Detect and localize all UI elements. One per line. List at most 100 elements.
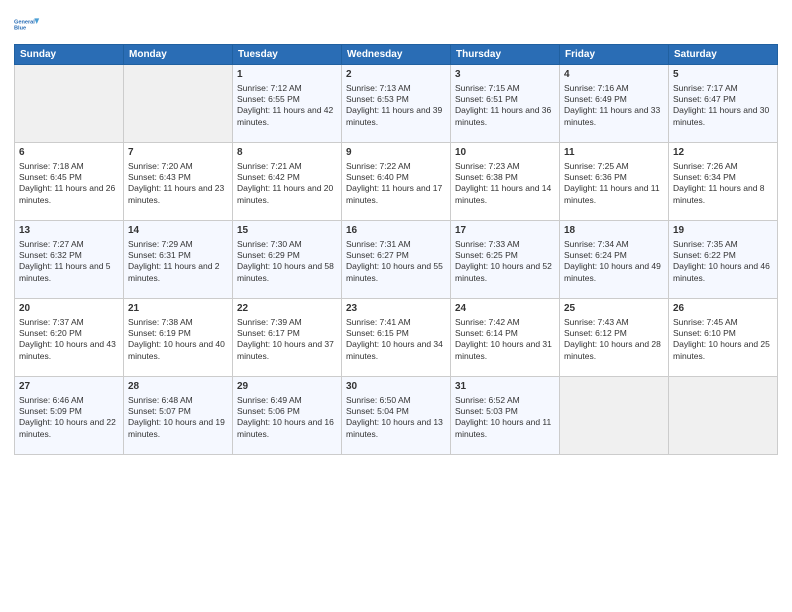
day-info: Sunrise: 7:20 AMSunset: 6:43 PMDaylight:… (128, 161, 228, 207)
day-cell: 24Sunrise: 7:42 AMSunset: 6:14 PMDayligh… (451, 299, 560, 377)
day-cell: 8Sunrise: 7:21 AMSunset: 6:42 PMDaylight… (233, 143, 342, 221)
week-row-4: 20Sunrise: 7:37 AMSunset: 6:20 PMDayligh… (15, 299, 778, 377)
day-number: 10 (455, 146, 555, 160)
day-cell (15, 65, 124, 143)
day-info: Sunrise: 7:13 AMSunset: 6:53 PMDaylight:… (346, 83, 446, 129)
day-info: Sunrise: 7:16 AMSunset: 6:49 PMDaylight:… (564, 83, 664, 129)
day-info: Sunrise: 7:25 AMSunset: 6:36 PMDaylight:… (564, 161, 664, 207)
day-number: 29 (237, 380, 337, 394)
day-cell: 25Sunrise: 7:43 AMSunset: 6:12 PMDayligh… (560, 299, 669, 377)
day-cell: 30Sunrise: 6:50 AMSunset: 5:04 PMDayligh… (342, 377, 451, 455)
header: GeneralBlue (14, 10, 778, 38)
col-header-friday: Friday (560, 45, 669, 65)
day-number: 26 (673, 302, 773, 316)
day-cell: 1Sunrise: 7:12 AMSunset: 6:55 PMDaylight… (233, 65, 342, 143)
day-cell (669, 377, 778, 455)
logo: GeneralBlue (14, 10, 42, 38)
day-cell: 3Sunrise: 7:15 AMSunset: 6:51 PMDaylight… (451, 65, 560, 143)
day-info: Sunrise: 7:35 AMSunset: 6:22 PMDaylight:… (673, 239, 773, 285)
col-header-tuesday: Tuesday (233, 45, 342, 65)
page: GeneralBlue SundayMondayTuesdayWednesday… (0, 0, 792, 612)
day-cell: 18Sunrise: 7:34 AMSunset: 6:24 PMDayligh… (560, 221, 669, 299)
day-number: 23 (346, 302, 446, 316)
day-cell: 28Sunrise: 6:48 AMSunset: 5:07 PMDayligh… (124, 377, 233, 455)
day-cell: 14Sunrise: 7:29 AMSunset: 6:31 PMDayligh… (124, 221, 233, 299)
day-cell: 15Sunrise: 7:30 AMSunset: 6:29 PMDayligh… (233, 221, 342, 299)
day-number: 31 (455, 380, 555, 394)
day-number: 30 (346, 380, 446, 394)
col-header-saturday: Saturday (669, 45, 778, 65)
day-number: 28 (128, 380, 228, 394)
day-number: 6 (19, 146, 119, 160)
day-info: Sunrise: 7:45 AMSunset: 6:10 PMDaylight:… (673, 317, 773, 363)
day-info: Sunrise: 7:39 AMSunset: 6:17 PMDaylight:… (237, 317, 337, 363)
day-info: Sunrise: 7:29 AMSunset: 6:31 PMDaylight:… (128, 239, 228, 285)
day-number: 18 (564, 224, 664, 238)
day-cell: 27Sunrise: 6:46 AMSunset: 5:09 PMDayligh… (15, 377, 124, 455)
day-number: 12 (673, 146, 773, 160)
day-number: 25 (564, 302, 664, 316)
day-cell (124, 65, 233, 143)
day-cell: 23Sunrise: 7:41 AMSunset: 6:15 PMDayligh… (342, 299, 451, 377)
svg-text:Blue: Blue (14, 26, 26, 32)
day-info: Sunrise: 7:12 AMSunset: 6:55 PMDaylight:… (237, 83, 337, 129)
day-cell: 12Sunrise: 7:26 AMSunset: 6:34 PMDayligh… (669, 143, 778, 221)
day-number: 27 (19, 380, 119, 394)
col-header-wednesday: Wednesday (342, 45, 451, 65)
day-cell: 2Sunrise: 7:13 AMSunset: 6:53 PMDaylight… (342, 65, 451, 143)
day-cell (560, 377, 669, 455)
day-cell: 11Sunrise: 7:25 AMSunset: 6:36 PMDayligh… (560, 143, 669, 221)
day-cell: 17Sunrise: 7:33 AMSunset: 6:25 PMDayligh… (451, 221, 560, 299)
day-cell: 16Sunrise: 7:31 AMSunset: 6:27 PMDayligh… (342, 221, 451, 299)
day-info: Sunrise: 7:15 AMSunset: 6:51 PMDaylight:… (455, 83, 555, 129)
week-row-1: 1Sunrise: 7:12 AMSunset: 6:55 PMDaylight… (15, 65, 778, 143)
day-number: 1 (237, 68, 337, 82)
svg-text:General: General (14, 19, 35, 25)
day-cell: 19Sunrise: 7:35 AMSunset: 6:22 PMDayligh… (669, 221, 778, 299)
day-cell: 26Sunrise: 7:45 AMSunset: 6:10 PMDayligh… (669, 299, 778, 377)
day-cell: 29Sunrise: 6:49 AMSunset: 5:06 PMDayligh… (233, 377, 342, 455)
week-row-3: 13Sunrise: 7:27 AMSunset: 6:32 PMDayligh… (15, 221, 778, 299)
col-header-thursday: Thursday (451, 45, 560, 65)
day-info: Sunrise: 7:22 AMSunset: 6:40 PMDaylight:… (346, 161, 446, 207)
day-info: Sunrise: 7:23 AMSunset: 6:38 PMDaylight:… (455, 161, 555, 207)
day-cell: 31Sunrise: 6:52 AMSunset: 5:03 PMDayligh… (451, 377, 560, 455)
day-number: 15 (237, 224, 337, 238)
day-info: Sunrise: 7:17 AMSunset: 6:47 PMDaylight:… (673, 83, 773, 129)
day-cell: 7Sunrise: 7:20 AMSunset: 6:43 PMDaylight… (124, 143, 233, 221)
week-row-5: 27Sunrise: 6:46 AMSunset: 5:09 PMDayligh… (15, 377, 778, 455)
day-number: 16 (346, 224, 446, 238)
day-info: Sunrise: 6:48 AMSunset: 5:07 PMDaylight:… (128, 395, 228, 441)
day-cell: 21Sunrise: 7:38 AMSunset: 6:19 PMDayligh… (124, 299, 233, 377)
day-number: 3 (455, 68, 555, 82)
day-cell: 13Sunrise: 7:27 AMSunset: 6:32 PMDayligh… (15, 221, 124, 299)
day-info: Sunrise: 7:43 AMSunset: 6:12 PMDaylight:… (564, 317, 664, 363)
day-number: 5 (673, 68, 773, 82)
day-info: Sunrise: 6:49 AMSunset: 5:06 PMDaylight:… (237, 395, 337, 441)
day-number: 14 (128, 224, 228, 238)
day-info: Sunrise: 7:42 AMSunset: 6:14 PMDaylight:… (455, 317, 555, 363)
day-number: 24 (455, 302, 555, 316)
day-info: Sunrise: 7:26 AMSunset: 6:34 PMDaylight:… (673, 161, 773, 207)
day-info: Sunrise: 6:46 AMSunset: 5:09 PMDaylight:… (19, 395, 119, 441)
day-number: 13 (19, 224, 119, 238)
day-number: 22 (237, 302, 337, 316)
day-number: 9 (346, 146, 446, 160)
day-info: Sunrise: 7:37 AMSunset: 6:20 PMDaylight:… (19, 317, 119, 363)
day-number: 17 (455, 224, 555, 238)
day-number: 21 (128, 302, 228, 316)
day-number: 19 (673, 224, 773, 238)
day-info: Sunrise: 7:30 AMSunset: 6:29 PMDaylight:… (237, 239, 337, 285)
day-info: Sunrise: 7:18 AMSunset: 6:45 PMDaylight:… (19, 161, 119, 207)
day-info: Sunrise: 7:41 AMSunset: 6:15 PMDaylight:… (346, 317, 446, 363)
day-number: 4 (564, 68, 664, 82)
day-number: 7 (128, 146, 228, 160)
col-header-sunday: Sunday (15, 45, 124, 65)
day-cell: 9Sunrise: 7:22 AMSunset: 6:40 PMDaylight… (342, 143, 451, 221)
day-info: Sunrise: 7:21 AMSunset: 6:42 PMDaylight:… (237, 161, 337, 207)
day-cell: 5Sunrise: 7:17 AMSunset: 6:47 PMDaylight… (669, 65, 778, 143)
day-number: 20 (19, 302, 119, 316)
logo-icon: GeneralBlue (14, 10, 42, 38)
day-info: Sunrise: 7:34 AMSunset: 6:24 PMDaylight:… (564, 239, 664, 285)
day-cell: 6Sunrise: 7:18 AMSunset: 6:45 PMDaylight… (15, 143, 124, 221)
